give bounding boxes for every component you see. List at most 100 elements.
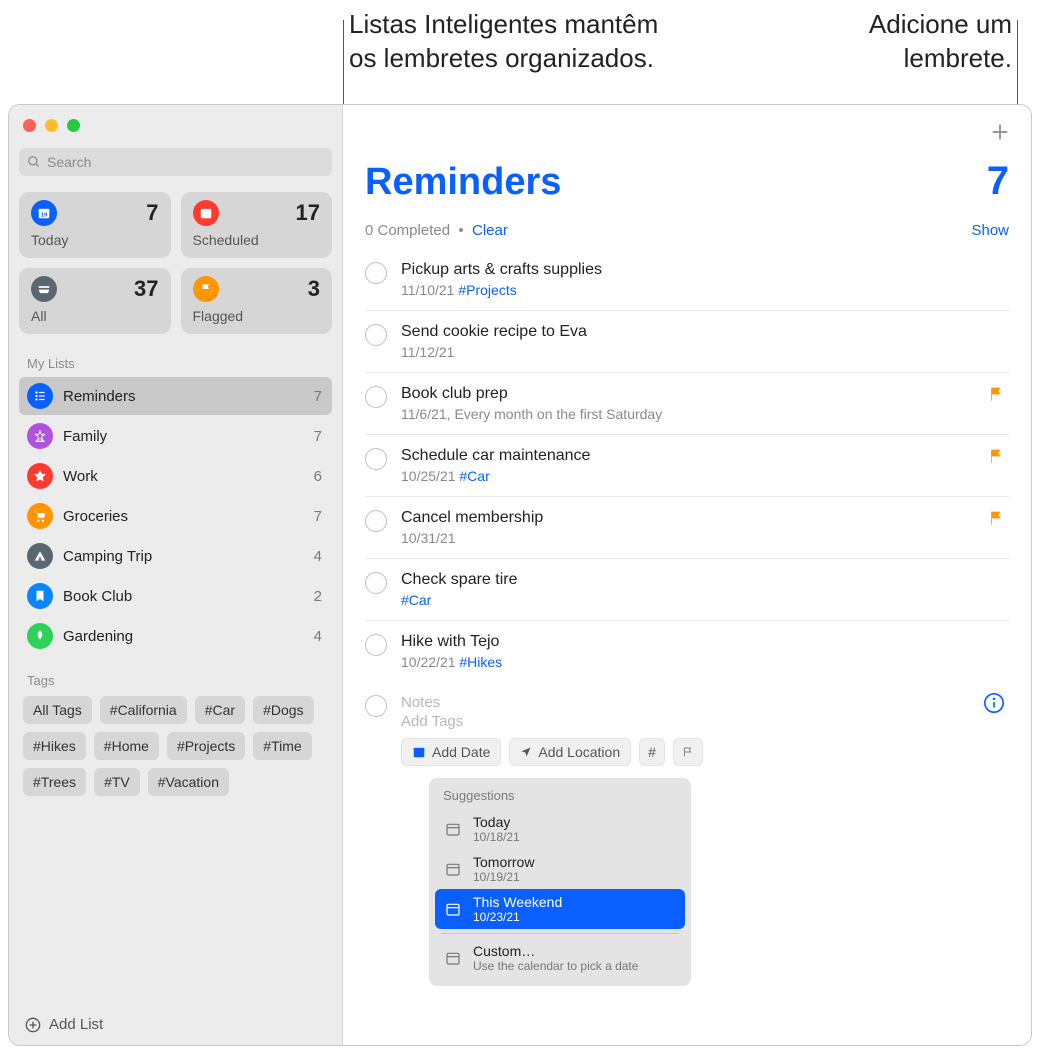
window-controls (19, 113, 332, 148)
reminder-tag[interactable]: #Projects (458, 282, 516, 298)
calendar-icon (443, 819, 463, 839)
reminder-checkbox[interactable] (365, 448, 387, 470)
calendar-icon (412, 745, 426, 759)
smart-list-flagged[interactable]: 3 Flagged (181, 268, 333, 334)
new-reminder-row[interactable]: Notes Add Tags Add Date Add Location # (365, 682, 1009, 998)
reminder-tag[interactable]: #Hikes (459, 654, 502, 670)
main-content: Reminders 7 0 Completed • Clear Show Pic… (343, 105, 1031, 1045)
suggestion-today[interactable]: Today 10/18/21 (435, 809, 685, 849)
reminder-title: Cancel membership (401, 509, 1009, 527)
plus-icon (989, 121, 1011, 143)
list-name: Reminders (63, 388, 304, 405)
tag-hikes[interactable]: #Hikes (23, 732, 86, 760)
reminder-item[interactable]: Book club prep 11/6/21, Every month on t… (365, 373, 1009, 435)
add-tag-chip[interactable]: # (639, 738, 665, 766)
hash-icon: # (648, 744, 656, 760)
add-location-chip[interactable]: Add Location (509, 738, 631, 766)
add-date-chip[interactable]: Add Date (401, 738, 501, 766)
reminder-item[interactable]: Pickup arts & crafts supplies 11/10/21 #… (365, 249, 1009, 311)
show-completed-link[interactable]: Show (971, 222, 1009, 239)
reminder-checkbox[interactable] (365, 695, 387, 717)
smart-label: Flagged (193, 308, 321, 324)
reminder-title: Schedule car maintenance (401, 447, 1009, 465)
sidebar-list-camping-trip[interactable]: Camping Trip 4 (19, 537, 332, 575)
callout-line (1017, 20, 1018, 115)
smart-count: 17 (296, 200, 320, 226)
list-count: 7 (314, 388, 322, 405)
tag-time[interactable]: #Time (253, 732, 311, 760)
tags-label: Tags (19, 669, 332, 694)
reminder-subtitle: 10/22/21 #Hikes (401, 654, 1009, 670)
reminder-tag[interactable]: #Car (401, 592, 431, 608)
minimize-window-button[interactable] (45, 119, 58, 132)
date-suggestions-popover: Suggestions Today 10/18/21 Tomorrow 10/1… (429, 778, 691, 986)
reminder-title: Book club prep (401, 385, 1009, 403)
suggestion-subtitle: 10/18/21 (473, 830, 520, 844)
add-tags-placeholder[interactable]: Add Tags (401, 713, 1009, 730)
calendar-icon (443, 859, 463, 879)
suggestion-custom-[interactable]: Custom… Use the calendar to pick a date (435, 938, 685, 978)
suggestion-title: This Weekend (473, 894, 562, 910)
suggestion-tomorrow[interactable]: Tomorrow 10/19/21 (435, 849, 685, 889)
suggestions-label: Suggestions (435, 786, 685, 809)
notes-placeholder[interactable]: Notes (401, 694, 1009, 711)
sidebar-list-reminders[interactable]: Reminders 7 (19, 377, 332, 415)
tag-projects[interactable]: #Projects (167, 732, 245, 760)
sidebar-list-gardening[interactable]: Gardening 4 (19, 617, 332, 655)
tag-vacation[interactable]: #Vacation (148, 768, 229, 796)
reminder-checkbox[interactable] (365, 510, 387, 532)
tag-trees[interactable]: #Trees (23, 768, 86, 796)
tag-tv[interactable]: #TV (94, 768, 140, 796)
tag-car[interactable]: #Car (195, 696, 245, 724)
clear-completed-link[interactable]: Clear (472, 222, 508, 239)
flag-outline-icon (682, 746, 694, 758)
calendar-icon (443, 899, 463, 919)
sidebar-list-work[interactable]: Work 6 (19, 457, 332, 495)
reminder-checkbox[interactable] (365, 386, 387, 408)
search-input[interactable] (19, 148, 332, 176)
tag-home[interactable]: #Home (94, 732, 159, 760)
list-icon (27, 383, 53, 409)
callout-smart-lists: Listas Inteligentes mantêm os lembretes … (349, 8, 658, 76)
info-button[interactable] (983, 692, 1005, 717)
reminder-item[interactable]: Schedule car maintenance 10/25/21 #Car (365, 435, 1009, 497)
reminder-item[interactable]: Send cookie recipe to Eva 11/12/21 (365, 311, 1009, 373)
reminder-title: Hike with Tejo (401, 633, 1009, 651)
reminder-tag[interactable]: #Car (459, 468, 489, 484)
smart-count: 37 (134, 276, 158, 302)
list-name: Groceries (63, 508, 304, 525)
reminder-item[interactable]: Cancel membership 10/31/21 (365, 497, 1009, 559)
add-reminder-button[interactable] (989, 121, 1011, 146)
suggestion-this-weekend[interactable]: This Weekend 10/23/21 (435, 889, 685, 929)
list-icon (27, 503, 53, 529)
list-icon (27, 463, 53, 489)
reminder-item[interactable]: Check spare tire #Car (365, 559, 1009, 621)
reminder-checkbox[interactable] (365, 634, 387, 656)
sidebar-list-groceries[interactable]: Groceries 7 (19, 497, 332, 535)
list-icon (27, 423, 53, 449)
tag-all-tags[interactable]: All Tags (23, 696, 92, 724)
sidebar-list-family[interactable]: Family 7 (19, 417, 332, 455)
tag-california[interactable]: #California (100, 696, 187, 724)
smart-list-today[interactable]: 19 7 Today (19, 192, 171, 258)
smart-list-scheduled[interactable]: 17 Scheduled (181, 192, 333, 258)
reminder-checkbox[interactable] (365, 324, 387, 346)
fullscreen-window-button[interactable] (67, 119, 80, 132)
add-flag-chip[interactable] (673, 738, 703, 766)
reminder-checkbox[interactable] (365, 262, 387, 284)
reminder-checkbox[interactable] (365, 572, 387, 594)
search-wrap (19, 148, 332, 176)
flag-icon (987, 509, 1005, 530)
location-icon (520, 746, 532, 758)
reminder-subtitle: #Car (401, 592, 1009, 608)
list-name: Camping Trip (63, 548, 304, 565)
sidebar-list-book-club[interactable]: Book Club 2 (19, 577, 332, 615)
scheduled-icon (193, 200, 219, 226)
list-name: Work (63, 468, 304, 485)
add-list-button[interactable]: Add List (19, 1008, 332, 1037)
close-window-button[interactable] (23, 119, 36, 132)
tag-dogs[interactable]: #Dogs (253, 696, 313, 724)
reminder-subtitle: 10/25/21 #Car (401, 468, 1009, 484)
reminder-item[interactable]: Hike with Tejo 10/22/21 #Hikes (365, 621, 1009, 682)
smart-list-all[interactable]: 37 All (19, 268, 171, 334)
